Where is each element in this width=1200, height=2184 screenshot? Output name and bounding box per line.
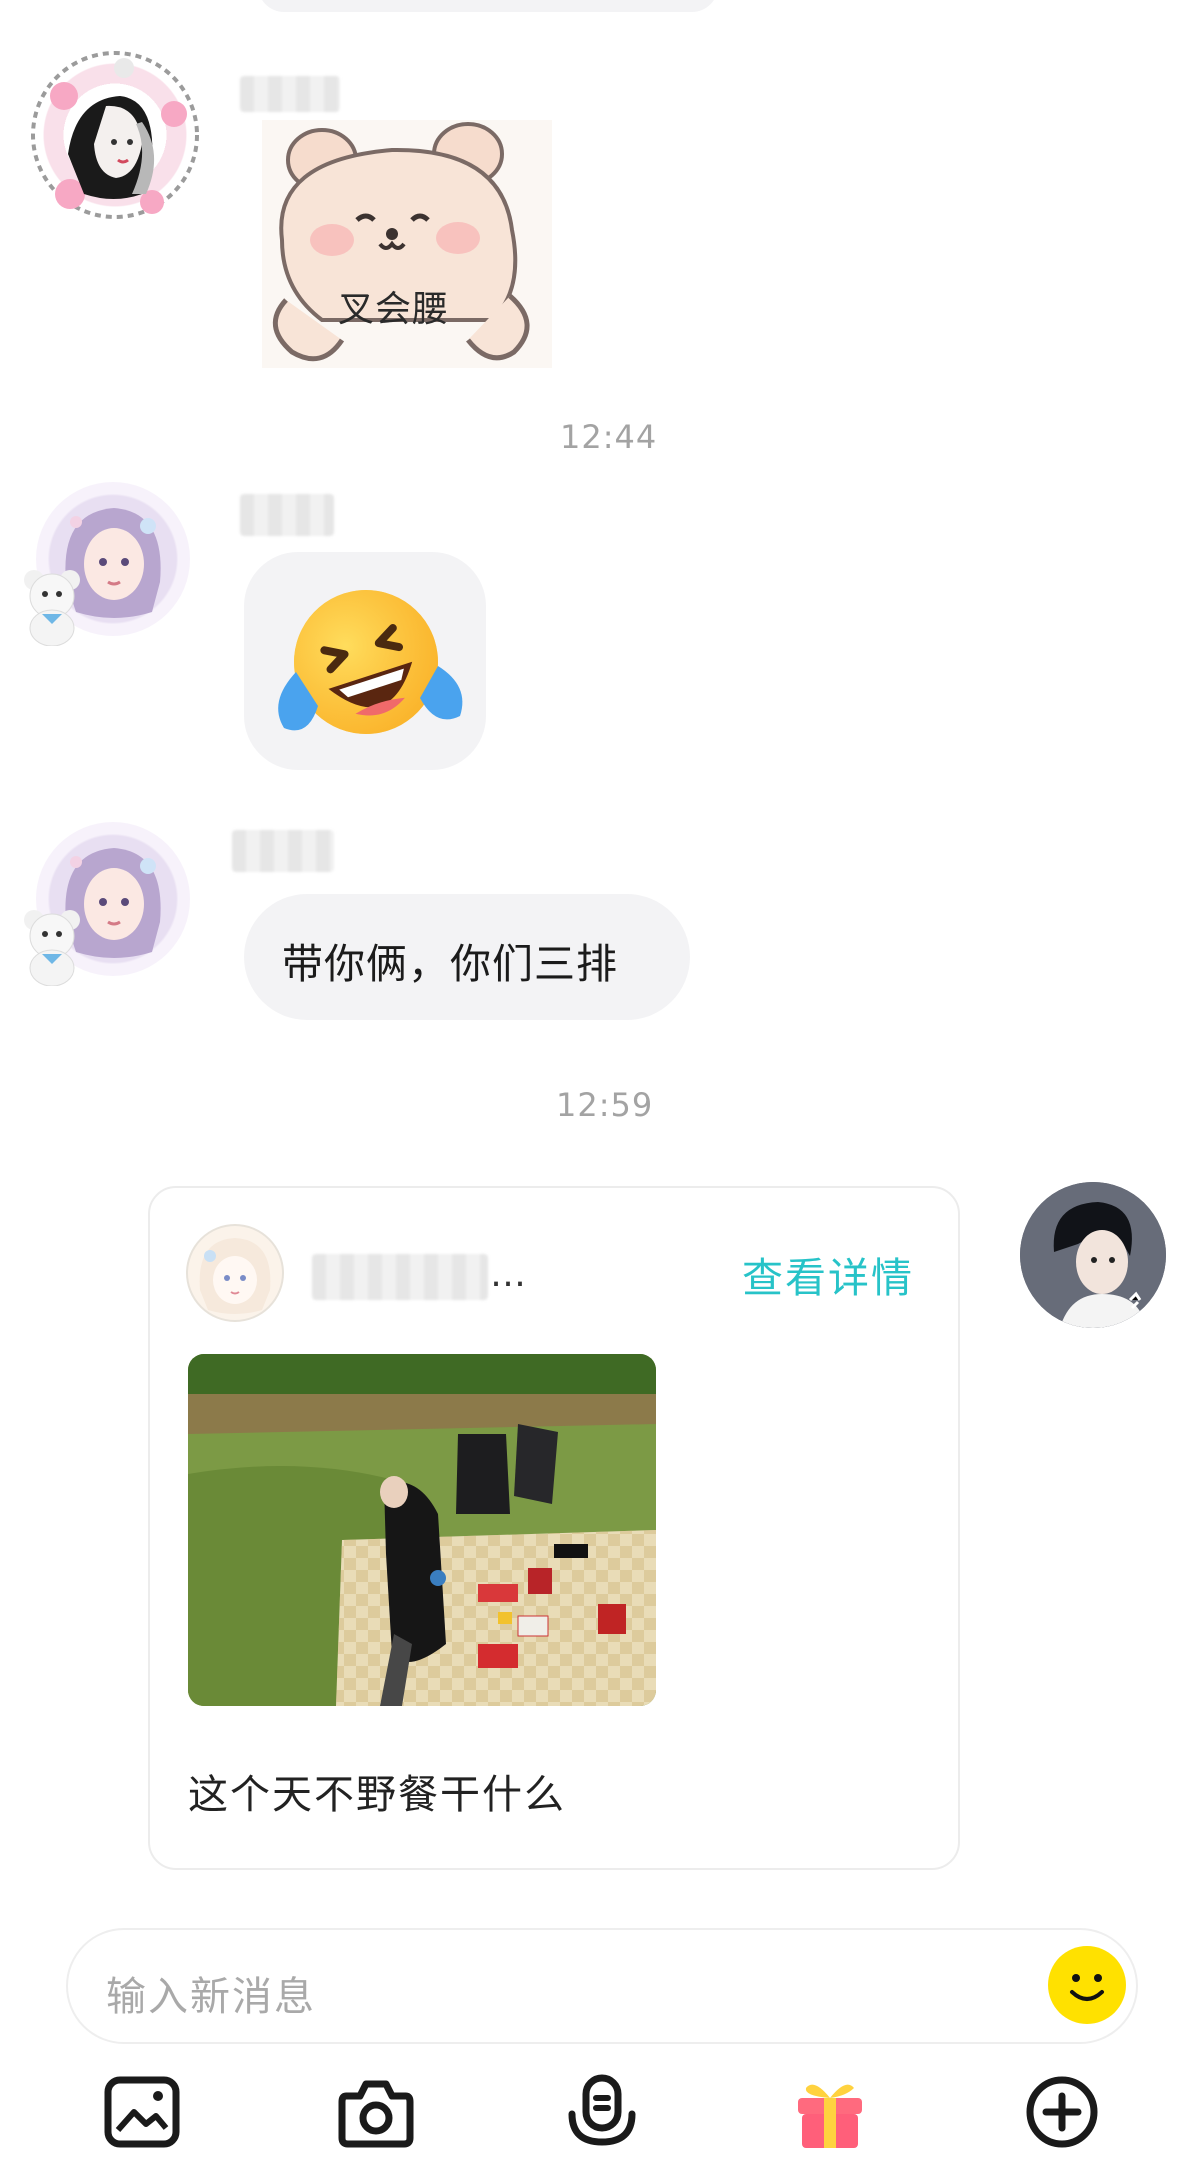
sender-name-redacted bbox=[240, 76, 340, 112]
view-details-link[interactable]: 查看详情 bbox=[742, 1244, 914, 1304]
picnic-photo-image bbox=[188, 1354, 656, 1706]
post-photo[interactable] bbox=[188, 1354, 656, 1706]
text-message-bubble[interactable]: 带你俩，你们三排 bbox=[244, 894, 690, 1020]
post-author-name-redacted bbox=[312, 1254, 488, 1300]
message-input[interactable]: 输入新消息 bbox=[66, 1928, 1138, 2044]
sticker-caption: 叉会腰 bbox=[338, 289, 450, 330]
timestamp: 12:59 bbox=[556, 1086, 654, 1124]
sender-name-redacted bbox=[240, 494, 334, 536]
timestamp: 12:44 bbox=[560, 418, 658, 456]
emoji-message-bubble[interactable] bbox=[244, 552, 486, 770]
voice-icon[interactable] bbox=[562, 2072, 642, 2152]
emoji-button[interactable] bbox=[1048, 1946, 1126, 2024]
post-caption: 这个天不野餐干什么 bbox=[188, 1772, 566, 1818]
sender-avatar[interactable] bbox=[24, 44, 206, 226]
my-avatar[interactable] bbox=[1020, 1182, 1166, 1328]
shared-post-card[interactable]: … 查看详情 这个天不野餐干什么 bbox=[148, 1186, 960, 1870]
sticker-message[interactable]: 叉会腰 bbox=[262, 120, 552, 368]
plus-icon[interactable] bbox=[1022, 2072, 1102, 2152]
smiley-icon bbox=[1070, 1974, 1104, 2001]
sender-name-redacted bbox=[232, 830, 334, 872]
teddy-bear-badge-icon bbox=[18, 566, 88, 647]
image-icon[interactable] bbox=[102, 2072, 182, 2152]
camera-icon[interactable] bbox=[336, 2072, 416, 2152]
post-author-avatar[interactable] bbox=[186, 1224, 284, 1322]
teddy-bear-badge-icon bbox=[18, 906, 88, 987]
previous-message-bubble bbox=[258, 0, 718, 12]
rolling-laughing-emoji-icon bbox=[278, 590, 463, 734]
gift-icon[interactable] bbox=[790, 2072, 870, 2152]
message-text: 带你俩，你们三排 bbox=[282, 940, 618, 988]
post-author-ellipsis: … bbox=[490, 1254, 526, 1295]
message-input-placeholder: 输入新消息 bbox=[106, 1974, 316, 2020]
